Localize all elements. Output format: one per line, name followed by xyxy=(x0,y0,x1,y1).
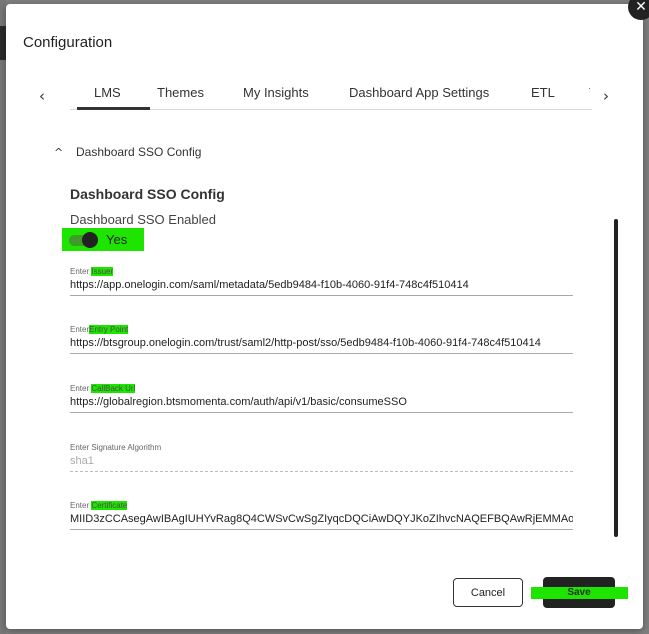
section-header-label: Dashboard SSO Config xyxy=(76,145,202,159)
signature-algorithm-label: Enter Signature Algorithm xyxy=(70,443,162,452)
tab-scroll-left-icon[interactable]: ‹ xyxy=(32,86,52,106)
section-collapse-header[interactable]: ^ Dashboard SSO Config xyxy=(54,145,201,159)
sso-enabled-label: Dashboard SSO Enabled xyxy=(70,212,216,227)
toggle-knob xyxy=(82,232,98,248)
issuer-label-highlight: Issuer xyxy=(91,267,114,276)
save-button[interactable]: Save xyxy=(531,577,628,608)
tab-dashboard-app-settings[interactable]: Dashboard App Settings xyxy=(349,85,489,100)
scrollbar-thumb[interactable] xyxy=(614,219,618,537)
callback-url-input[interactable]: https://globalregion.btsmomenta.com/auth… xyxy=(70,396,573,413)
entry-point-label-prefix: Enter xyxy=(70,325,90,334)
toggle-value-text: Yes xyxy=(106,232,128,247)
callback-url-label-prefix: Enter xyxy=(70,384,90,393)
tab-lms[interactable]: LMS xyxy=(94,85,121,100)
entry-point-label-highlight: Entry Point xyxy=(89,325,129,334)
certificate-label: Enter Certificate xyxy=(70,501,128,510)
save-button-label: Save xyxy=(567,587,591,598)
issuer-label-prefix: Enter xyxy=(70,267,90,276)
callback-url-label: Enter CallBack Url xyxy=(70,384,136,393)
section-title: Dashboard SSO Config xyxy=(70,186,225,202)
sso-enabled-toggle[interactable]: Yes xyxy=(62,228,144,251)
callback-url-label-highlight: CallBack Url xyxy=(91,384,136,393)
tabs-track: LMS Themes My Insights Dashboard App Set… xyxy=(70,76,590,116)
issuer-label: Enter Issuer xyxy=(70,267,114,276)
certificate-label-prefix: Enter xyxy=(70,501,90,510)
cancel-button[interactable]: Cancel xyxy=(453,578,523,607)
configuration-dialog: Configuration ‹ LMS Themes My Insights D… xyxy=(6,4,643,629)
tab-themes[interactable]: Themes xyxy=(157,85,204,100)
entry-point-input[interactable]: https://btsgroup.onelogin.com/trust/saml… xyxy=(70,337,573,354)
chevron-up-icon: ^ xyxy=(54,146,64,159)
issuer-input[interactable]: https://app.onelogin.com/saml/metadata/5… xyxy=(70,279,573,296)
tab-my-insights[interactable]: My Insights xyxy=(243,85,309,100)
tab-overflow[interactable]: T xyxy=(589,85,590,100)
certificate-input[interactable]: MIID3zCCAsegAwIBAgIUHYvRag8Q4CWSvCwSgZIy… xyxy=(70,513,573,530)
certificate-label-highlight: Certificate xyxy=(91,501,128,510)
tab-bar: ‹ LMS Themes My Insights Dashboard App S… xyxy=(30,76,620,116)
tab-etl[interactable]: ETL xyxy=(531,85,555,100)
signature-algorithm-input[interactable]: sha1 xyxy=(70,455,573,472)
dialog-title: Configuration xyxy=(23,34,113,51)
active-tab-indicator xyxy=(77,107,150,110)
entry-point-label: EnterEntry Point xyxy=(70,325,129,334)
tab-scroll-right-icon[interactable]: › xyxy=(596,86,616,106)
